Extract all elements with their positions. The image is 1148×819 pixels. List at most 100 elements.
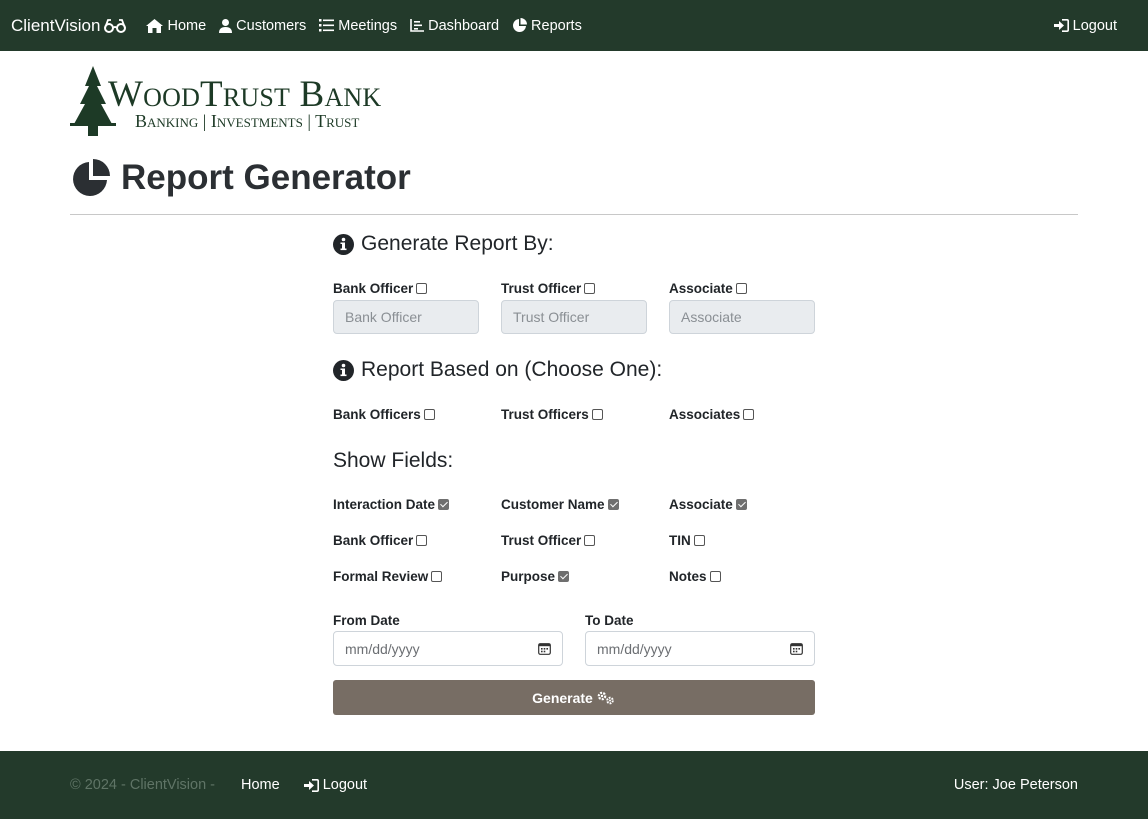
checkbox[interactable] — [584, 535, 596, 546]
checkbox-label: Bank Officer — [333, 533, 414, 548]
footer-home-link[interactable]: Home — [241, 777, 280, 793]
checkbox-bank-officer[interactable]: Bank Officer — [333, 281, 428, 296]
nav-customers-label: Customers — [236, 17, 307, 34]
bank-logo: WoodTrust Bank Banking | Investments | T… — [70, 66, 440, 138]
date-placeholder: mm/dd/yyyy — [597, 640, 672, 657]
to-date-label: To Date — [585, 613, 634, 628]
checkbox-label: Bank Officers — [333, 407, 421, 422]
checkbox-label: Trust Officer — [501, 533, 582, 548]
checkbox-label: Trust Officers — [501, 407, 589, 422]
field-customer-name[interactable]: Customer Name — [501, 497, 619, 512]
checkbox[interactable] — [431, 571, 443, 582]
bank-officer-input[interactable]: Bank Officer — [333, 300, 479, 334]
checkbox[interactable] — [416, 535, 428, 546]
checkbox-label: Bank Officer — [333, 281, 414, 296]
checkbox[interactable] — [584, 283, 596, 294]
nav-meetings-label: Meetings — [338, 17, 398, 34]
chart-pie-icon — [73, 159, 110, 196]
checkbox-checked[interactable] — [607, 499, 619, 510]
checkbox-label: Notes — [669, 569, 707, 584]
checkbox-label: Associate — [669, 281, 733, 296]
input-placeholder: Trust Officer — [513, 309, 590, 325]
generate-by-title: Generate Report By: — [361, 232, 554, 255]
checkbox-label: Interaction Date — [333, 497, 436, 512]
nav-reports[interactable]: Reports — [512, 18, 582, 34]
checkbox-label: Trust Officer — [501, 281, 582, 296]
input-placeholder: Bank Officer — [345, 309, 422, 325]
logo-name: WoodTrust Bank — [108, 74, 382, 115]
footer-logout-link[interactable]: Logout — [303, 777, 368, 793]
checkbox-trust-officers[interactable]: Trust Officers — [501, 407, 603, 422]
footer: © 2024 - ClientVision - Home Logout User… — [0, 751, 1148, 819]
to-date-input[interactable]: mm/dd/yyyy — [585, 631, 815, 666]
home-icon — [146, 18, 164, 33]
field-tin[interactable]: TIN — [669, 533, 705, 548]
field-interaction-date[interactable]: Interaction Date — [333, 497, 450, 512]
nav-dashboard[interactable]: Dashboard — [410, 18, 499, 34]
from-date-label: From Date — [333, 613, 400, 628]
divider — [70, 214, 1078, 215]
top-navbar: ClientVision Home Customers Meetings Das… — [0, 0, 1148, 51]
chart-line-icon — [410, 19, 425, 32]
show-fields-heading: Show Fields: — [333, 449, 454, 472]
checkbox-trust-officer[interactable]: Trust Officer — [501, 281, 596, 296]
from-date-input[interactable]: mm/dd/yyyy — [333, 631, 563, 666]
checkbox[interactable] — [416, 283, 428, 294]
checkbox-associates[interactable]: Associates — [669, 407, 755, 422]
calendar-icon[interactable] — [538, 642, 551, 655]
page-title-row: Report Generator — [71, 158, 411, 198]
list-icon — [319, 19, 335, 32]
input-placeholder: Associate — [681, 309, 742, 325]
nav-home[interactable]: Home — [146, 18, 206, 34]
trust-officer-input[interactable]: Trust Officer — [501, 300, 647, 334]
field-purpose[interactable]: Purpose — [501, 569, 570, 584]
checkbox[interactable] — [743, 409, 755, 420]
generate-by-heading: Generate Report By: — [333, 232, 554, 256]
field-bank-officer[interactable]: Bank Officer — [333, 533, 428, 548]
nav-customers[interactable]: Customers — [219, 18, 306, 34]
field-trust-officer[interactable]: Trust Officer — [501, 533, 596, 548]
associate-input[interactable]: Associate — [669, 300, 815, 334]
checkbox-label: Associate — [669, 497, 733, 512]
checkbox[interactable] — [693, 535, 705, 546]
checkbox[interactable] — [423, 409, 435, 420]
checkbox-associate[interactable]: Associate — [669, 281, 747, 296]
calendar-icon[interactable] — [790, 642, 803, 655]
footer-home-label: Home — [241, 777, 280, 793]
nav-home-label: Home — [167, 17, 207, 34]
checkbox[interactable] — [735, 283, 747, 294]
generate-button-label: Generate — [532, 689, 593, 706]
based-on-heading: Report Based on (Choose One): — [333, 358, 662, 382]
based-on-title: Report Based on (Choose One): — [361, 358, 663, 381]
field-formal-review[interactable]: Formal Review — [333, 569, 443, 584]
checkbox[interactable] — [709, 571, 721, 582]
date-placeholder: mm/dd/yyyy — [345, 640, 420, 657]
checkbox-checked[interactable] — [438, 499, 450, 510]
user-icon — [219, 18, 233, 33]
brand[interactable]: ClientVision — [11, 16, 127, 36]
checkbox-label: Associates — [669, 407, 741, 422]
chart-pie-icon — [513, 18, 528, 32]
generate-button[interactable]: Generate — [333, 680, 815, 715]
checkbox-bank-officers[interactable]: Bank Officers — [333, 407, 435, 422]
nav-reports-label: Reports — [531, 17, 582, 34]
checkbox[interactable] — [591, 409, 603, 420]
checkbox-label: TIN — [669, 533, 691, 548]
nav-logout[interactable]: Logout — [1053, 18, 1117, 34]
checkbox-label: Customer Name — [501, 497, 605, 512]
field-associate[interactable]: Associate — [669, 497, 747, 512]
gears-icon — [597, 691, 614, 704]
nav-meetings[interactable]: Meetings — [319, 18, 397, 34]
checkbox-checked[interactable] — [558, 571, 570, 582]
glasses-icon — [104, 18, 127, 33]
page-title: Report Generator — [121, 158, 411, 197]
info-circle-icon — [333, 233, 354, 255]
checkbox-label: Formal Review — [333, 569, 429, 584]
current-user: User: Joe Peterson — [953, 777, 1078, 793]
field-notes[interactable]: Notes — [669, 569, 721, 584]
nav-dashboard-label: Dashboard — [428, 17, 500, 34]
checkbox-checked[interactable] — [735, 499, 747, 510]
footer-logout-label: Logout — [322, 777, 368, 793]
sign-in-icon — [1053, 19, 1069, 32]
sign-in-icon — [303, 778, 319, 792]
